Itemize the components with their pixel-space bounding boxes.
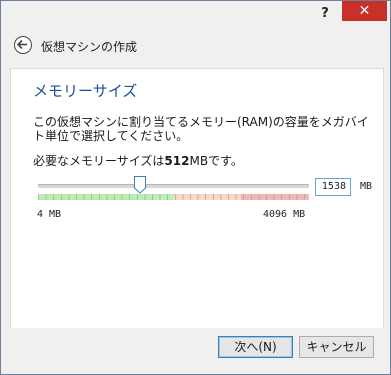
memory-slider-track[interactable] <box>38 184 309 188</box>
title-bar: ? ✕ <box>1 1 390 28</box>
wizard-header: 仮想マシンの作成 <box>1 28 390 64</box>
section-title: メモリーサイズ <box>33 82 138 100</box>
slider-thumb[interactable] <box>133 176 146 194</box>
scale-min-label: 4 MB <box>37 209 62 220</box>
recommended-size-text: 必要なメモリーサイズは512MBです。 <box>33 152 243 169</box>
recommend-prefix: 必要なメモリーサイズは <box>33 154 165 168</box>
memory-unit-label: MB <box>360 181 373 192</box>
recommend-value: 512 <box>164 154 190 168</box>
recommend-suffix: MBです。 <box>189 154 243 168</box>
description-text: この仮想マシンに割り当てるメモリー(RAM)の容量をメガバイト単位で選択してくだ… <box>33 115 369 143</box>
back-arrow-icon[interactable] <box>14 36 32 54</box>
scale-max-label: 4096 MB <box>263 209 306 220</box>
next-button[interactable]: 次へ(N) <box>218 336 293 358</box>
dialog-footer: 次へ(N) キャンセル <box>1 328 390 374</box>
scale-ticks <box>38 194 309 200</box>
create-vm-dialog: ? ✕ 仮想マシンの作成 メモリーサイズ この仮想マシンに割り当てるメモリー(R… <box>0 0 391 375</box>
close-button[interactable]: ✕ <box>342 1 387 21</box>
memory-size-input[interactable]: 1538 <box>315 178 351 196</box>
content-panel: メモリーサイズ この仮想マシンに割り当てるメモリー(RAM)の容量をメガバイト単… <box>10 68 384 329</box>
cancel-button[interactable]: キャンセル <box>299 336 374 358</box>
wizard-title: 仮想マシンの作成 <box>41 40 138 54</box>
help-button[interactable]: ? <box>317 5 333 23</box>
